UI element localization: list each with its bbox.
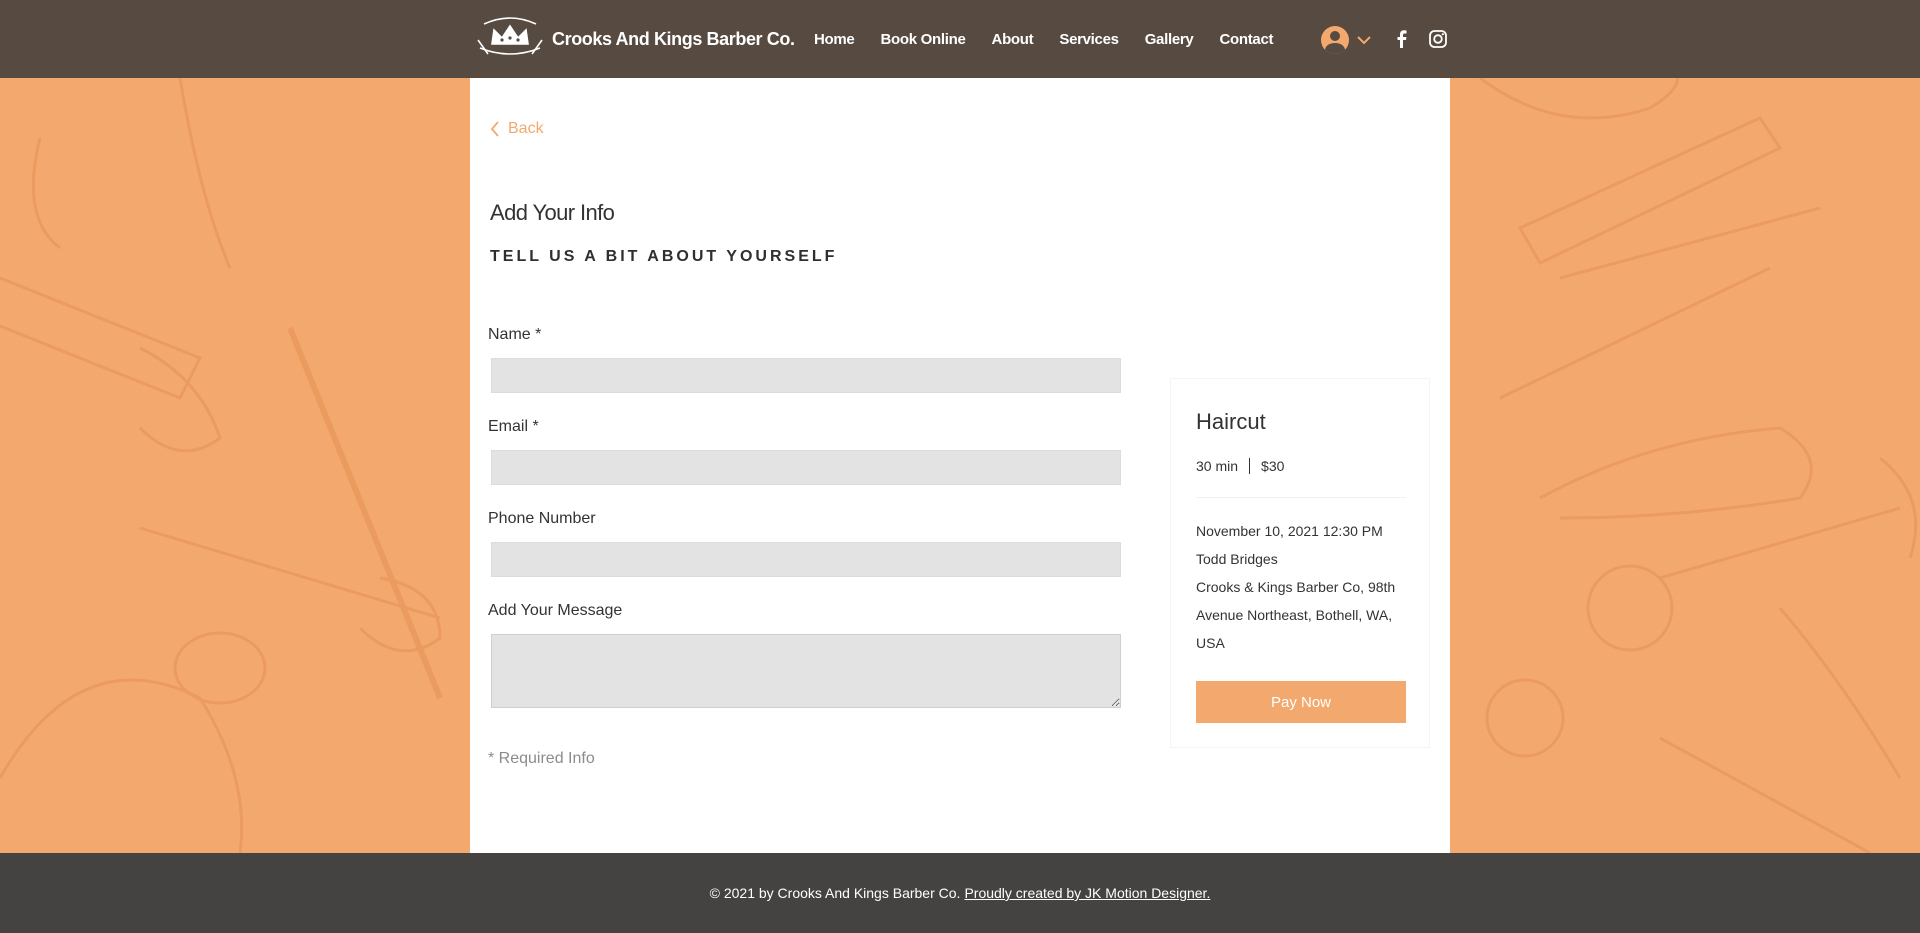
- staff-name: Todd Bridges: [1196, 551, 1278, 567]
- booking-datetime: November 10, 2021 12:30 PM: [1196, 523, 1383, 539]
- email-label: Email *: [488, 418, 539, 435]
- instagram-icon[interactable]: [1428, 29, 1448, 49]
- email-field[interactable]: [491, 450, 1121, 485]
- crown-logo-icon: [477, 17, 543, 55]
- chevron-left-icon: [490, 121, 499, 137]
- back-label[interactable]: Back: [508, 120, 544, 138]
- chevron-down-icon[interactable]: [1357, 35, 1371, 45]
- pay-now-button[interactable]: Pay Now: [1196, 681, 1406, 723]
- booking-form-card: Back Add Your Info TELL US A BIT ABOUT Y…: [470, 78, 1450, 853]
- logo[interactable]: Crooks And Kings Barber Co.: [474, 14, 795, 64]
- service-meta: 30 min $30: [1196, 458, 1284, 474]
- page-title: Add Your Info: [490, 200, 615, 225]
- nav-about[interactable]: About: [992, 31, 1034, 48]
- facebook-icon[interactable]: [1392, 29, 1412, 49]
- service-duration: 30 min: [1196, 458, 1239, 474]
- site-header: Crooks And Kings Barber Co. Home Book On…: [0, 0, 1920, 78]
- page-subtitle: TELL US A BIT ABOUT YOURSELF: [490, 248, 838, 265]
- user-avatar-icon[interactable]: [1321, 26, 1349, 54]
- account-menu[interactable]: [1321, 26, 1371, 54]
- service-price: $30: [1261, 458, 1285, 474]
- main-nav: Home Book Online About Services Gallery …: [814, 0, 1299, 78]
- nav-book-online[interactable]: Book Online: [880, 31, 965, 48]
- name-label: Name *: [488, 326, 542, 343]
- message-label: Add Your Message: [488, 602, 623, 619]
- name-field[interactable]: [491, 358, 1121, 393]
- brand-name[interactable]: Crooks And Kings Barber Co.: [552, 29, 795, 50]
- required-note: * Required Info: [488, 750, 595, 767]
- booking-summary: Haircut 30 min $30 November 10, 2021 12:…: [1170, 378, 1430, 748]
- message-field[interactable]: [491, 634, 1121, 708]
- nav-contact[interactable]: Contact: [1219, 31, 1273, 48]
- nav-home[interactable]: Home: [814, 31, 855, 48]
- footer-copyright: © 2021 by Crooks And Kings Barber Co.: [709, 885, 961, 901]
- meta-separator: [1249, 458, 1251, 474]
- booking-location: Crooks & Kings Barber Co, 98th Avenue No…: [1196, 579, 1396, 651]
- nav-services[interactable]: Services: [1059, 31, 1119, 48]
- back-link[interactable]: Back: [490, 120, 544, 138]
- summary-divider: [1196, 497, 1406, 498]
- phone-label: Phone Number: [488, 510, 596, 527]
- phone-field[interactable]: [491, 542, 1121, 577]
- service-name: Haircut: [1196, 409, 1266, 434]
- site-footer: © 2021 by Crooks And Kings Barber Co. Pr…: [0, 853, 1920, 933]
- nav-gallery[interactable]: Gallery: [1145, 31, 1194, 48]
- footer-credit-link[interactable]: Proudly created by JK Motion Designer.: [964, 885, 1210, 901]
